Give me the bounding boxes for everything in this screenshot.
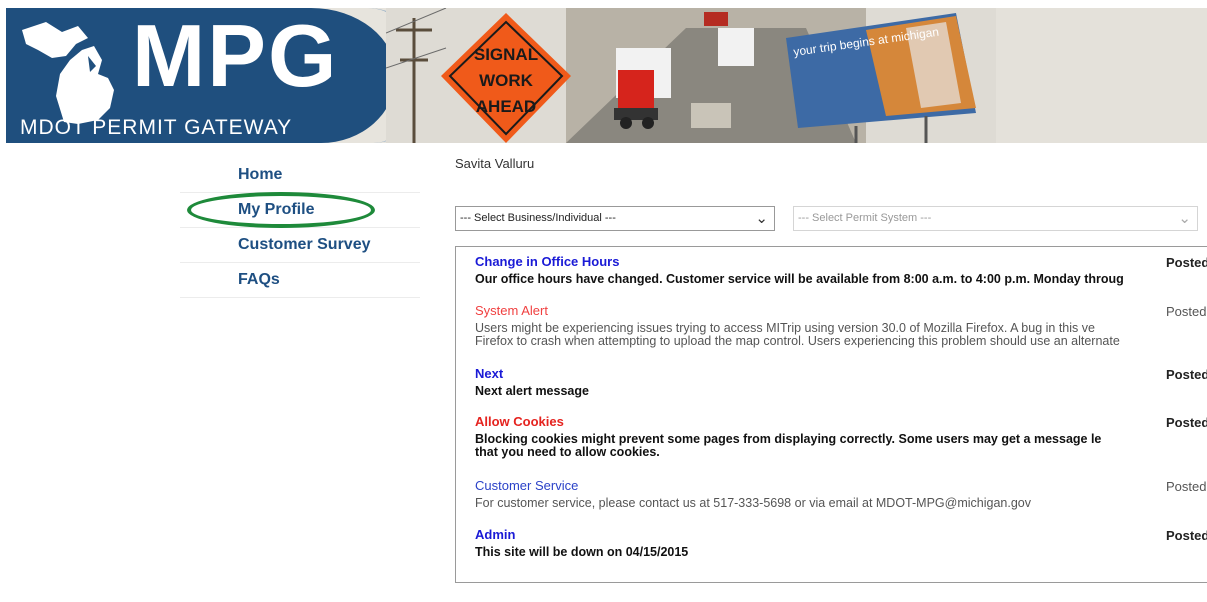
user-name: Savita Valluru — [455, 156, 535, 171]
alert-title[interactable]: Allow Cookies — [475, 415, 1207, 429]
alert-body: For customer service, please contact us … — [475, 496, 1031, 510]
alert-body: Next alert message — [475, 384, 589, 398]
sign-line-3: AHEAD — [476, 97, 536, 116]
alert-posted: Posted A — [1166, 367, 1207, 382]
business-select[interactable]: --- Select Business/Individual --- ⌄ — [455, 206, 775, 231]
alert-body: Firefox to crash when attempting to uplo… — [475, 334, 1120, 348]
alert-title[interactable]: Change in Office Hours — [475, 255, 1207, 269]
alert-item: Customer Service Posted F For customer s… — [475, 479, 1207, 510]
chevron-down-icon: ⌄ — [755, 210, 768, 227]
permit-system-select[interactable]: --- Select Permit System --- ⌄ — [793, 206, 1198, 231]
alert-posted: Posted I — [1166, 255, 1207, 270]
alerts-panel: Change in Office Hours Posted I Our offi… — [455, 246, 1207, 583]
alert-posted: Posted F — [1166, 304, 1207, 319]
alert-posted: Posted F — [1166, 479, 1207, 494]
mpg-logo[interactable]: MPG MDOT PERMIT GATEWAY — [6, 8, 414, 143]
alert-title[interactable]: System Alert — [475, 304, 1207, 318]
sidebar-item-home[interactable]: Home — [180, 158, 420, 193]
sidebar-item-customer-survey[interactable]: Customer Survey — [180, 228, 420, 263]
sign-line-1: SIGNAL — [474, 45, 538, 64]
sidebar-nav: Home My Profile Customer Survey FAQs — [180, 158, 420, 298]
alert-title[interactable]: Next — [475, 367, 1207, 381]
alert-item: Allow Cookies Posted I Blocking cookies … — [475, 415, 1207, 459]
alert-item: Admin Posted A This site will be down on… — [475, 528, 1207, 559]
header-banner: MPG MDOT PERMIT GATEWAY SIGNAL WORK AHEA… — [6, 8, 1207, 143]
alert-body: This site will be down on 04/15/2015 — [475, 545, 689, 559]
michigan-icon — [22, 22, 114, 124]
highlight-circle — [187, 192, 375, 228]
alert-body: Our office hours have changed. Customer … — [475, 272, 1124, 286]
sign-line-2: WORK — [479, 71, 534, 90]
sidebar-item-faqs[interactable]: FAQs — [180, 263, 420, 298]
permit-system-select-value: --- Select Permit System --- — [798, 212, 932, 224]
business-select-value: --- Select Business/Individual --- — [460, 212, 616, 224]
chevron-down-icon: ⌄ — [1178, 210, 1191, 227]
alert-body: that you need to allow cookies. — [475, 445, 660, 459]
alert-posted: Posted A — [1166, 528, 1207, 543]
alert-title[interactable]: Customer Service — [475, 479, 1207, 493]
alert-title[interactable]: Admin — [475, 528, 1207, 542]
alert-item: Next Posted A Next alert message — [475, 367, 1207, 398]
logo-subtitle: MDOT PERMIT GATEWAY — [20, 116, 293, 139]
header-photo-collage: SIGNAL WORK AHEAD your trip begins at mi… — [386, 8, 1207, 143]
alert-posted: Posted I — [1166, 415, 1207, 430]
alert-item: Change in Office Hours Posted I Our offi… — [475, 255, 1207, 286]
logo-text: MPG — [132, 8, 339, 105]
alert-item: System Alert Posted F Users might be exp… — [475, 304, 1207, 348]
